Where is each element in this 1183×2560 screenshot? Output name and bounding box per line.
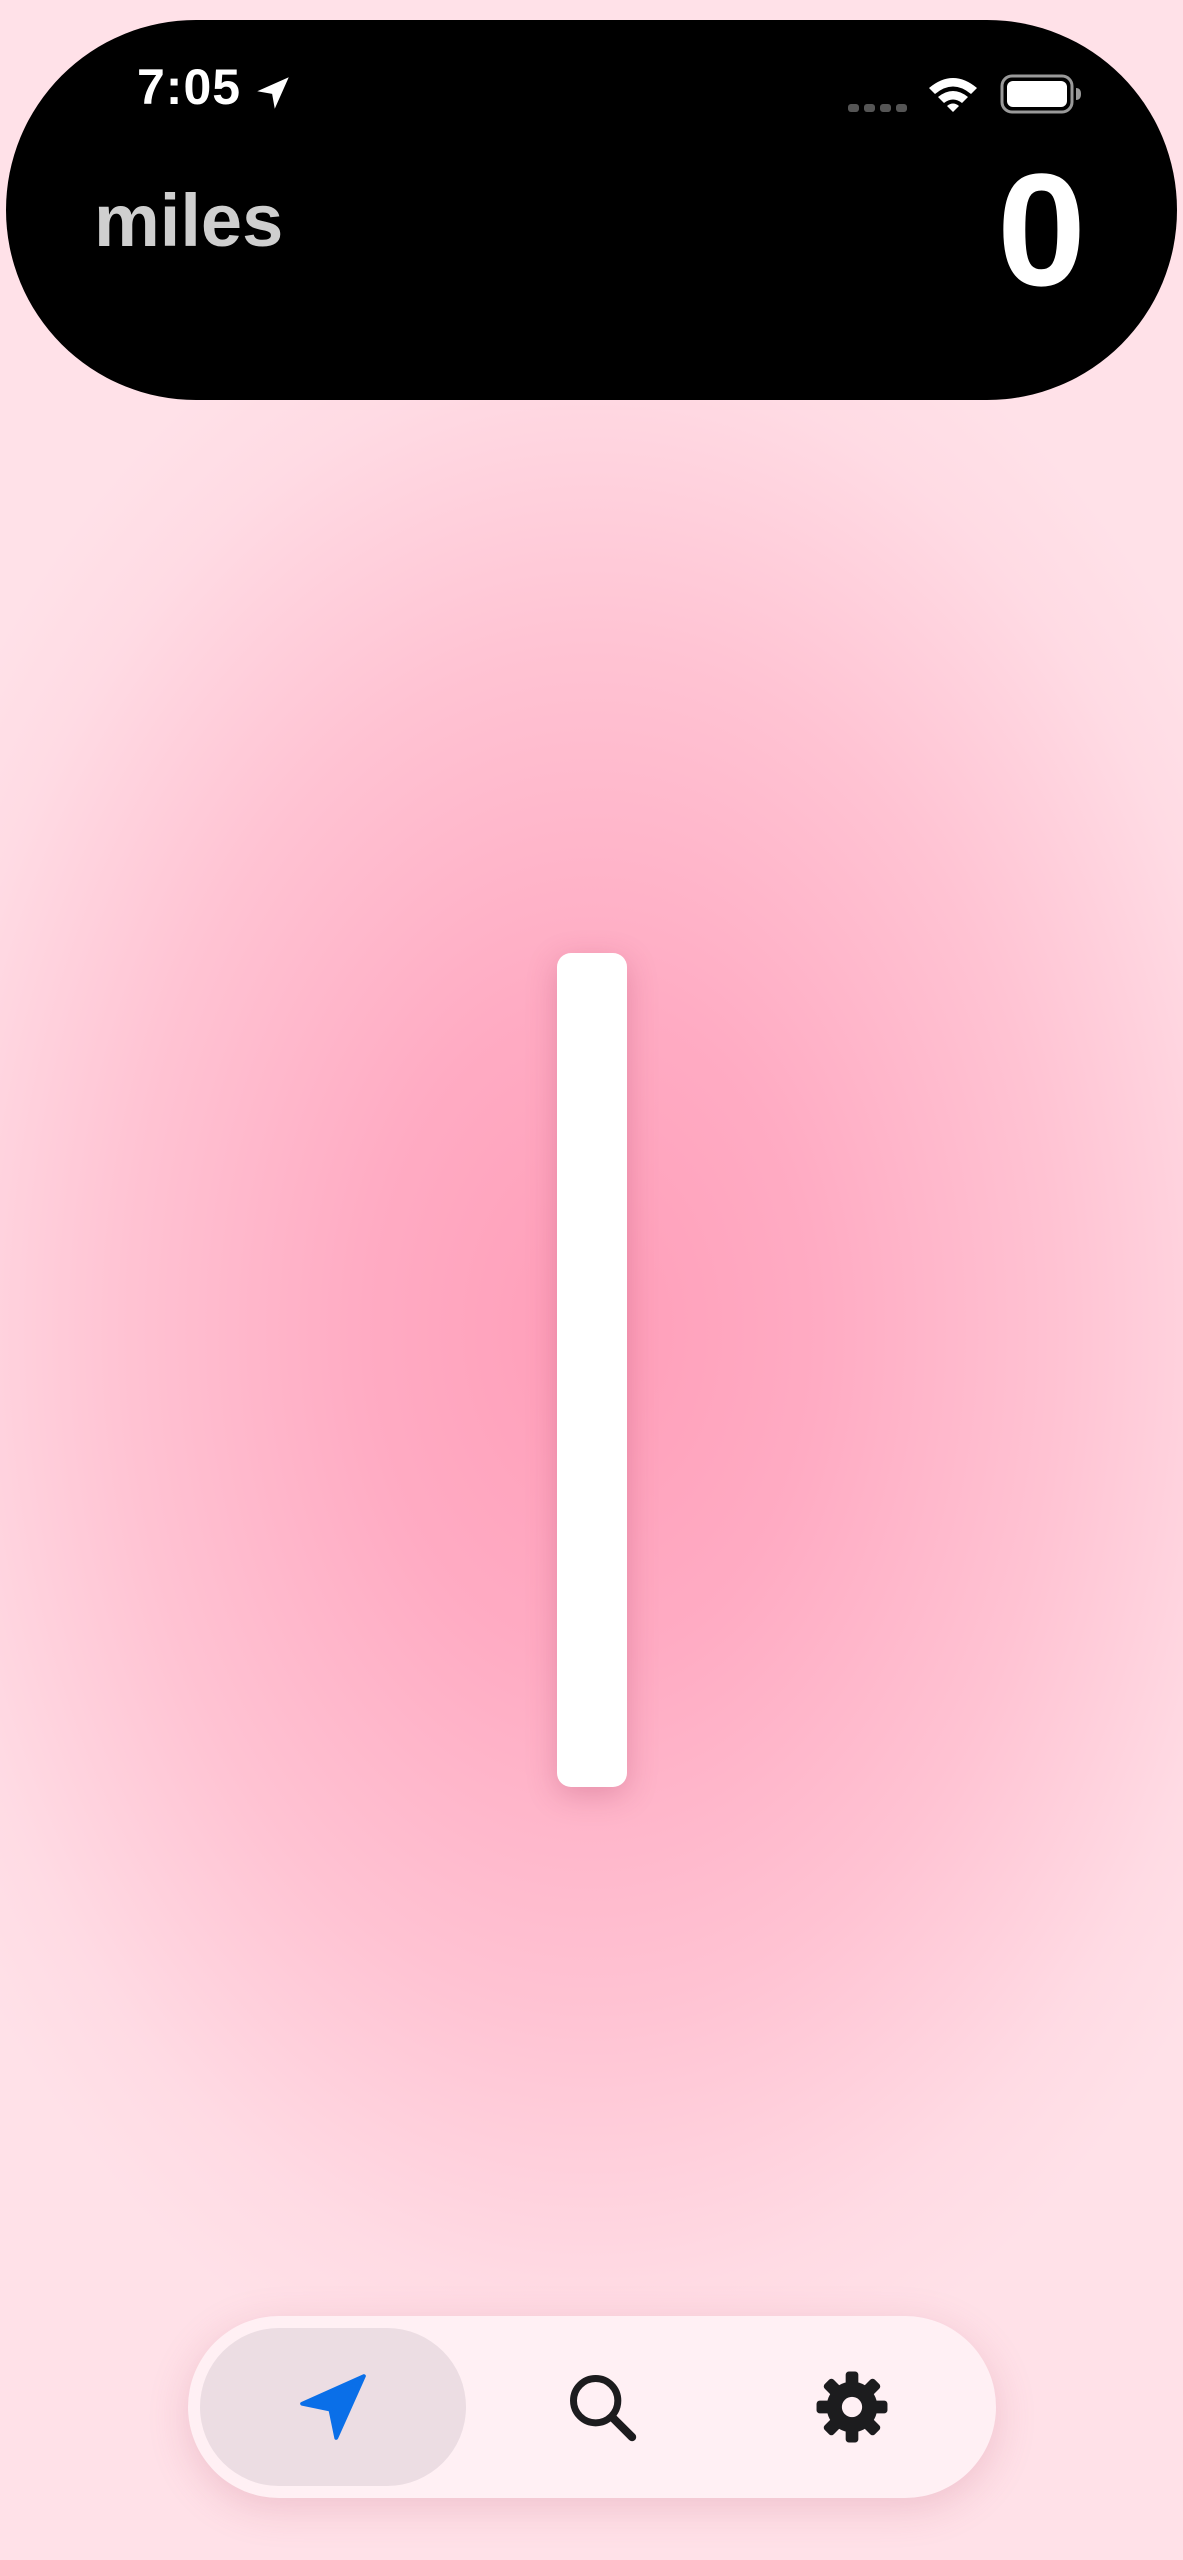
tab-settings[interactable]: [732, 2328, 972, 2486]
location-arrow-icon: [257, 77, 289, 109]
gear-icon: [816, 2371, 888, 2443]
unit-label: miles: [94, 179, 284, 262]
tab-navigate[interactable]: [200, 2328, 466, 2486]
tab-search[interactable]: [482, 2328, 722, 2486]
direction-indicator-bar: [557, 953, 627, 1787]
wifi-icon: [929, 78, 977, 112]
navigation-arrow-icon: [300, 2374, 366, 2440]
cell-signal-icon: [848, 104, 907, 112]
battery-icon: [1000, 74, 1081, 114]
distance-value: 0: [997, 140, 1086, 319]
magnifying-glass-icon: [570, 2375, 637, 2442]
tab-bar: [188, 2316, 996, 2498]
status-time: 7:05: [137, 59, 242, 115]
